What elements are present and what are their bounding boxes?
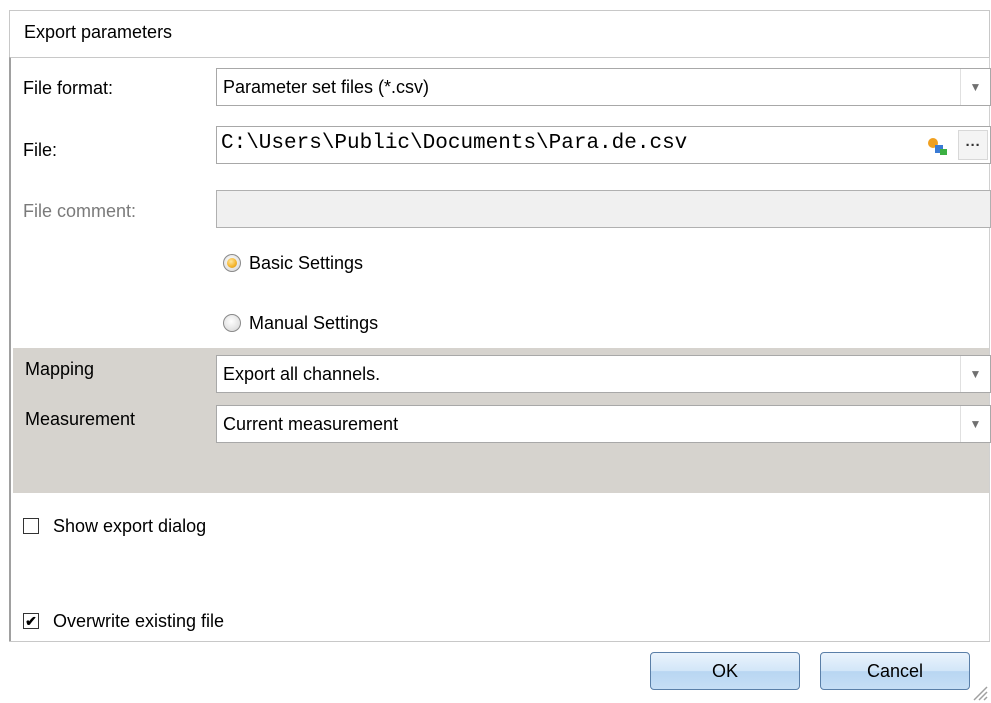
file-format-dropdown[interactable]: Parameter set files (*.csv) ▼ — [216, 68, 991, 106]
measurement-value: Current measurement — [223, 414, 399, 434]
file-comment-field — [216, 190, 991, 228]
ok-button[interactable]: OK — [650, 652, 800, 690]
file-comment-label: File comment: — [23, 201, 137, 221]
cancel-button[interactable]: Cancel — [820, 652, 970, 690]
checkmark-icon: ✔ — [25, 613, 37, 629]
file-format-label: File format: — [23, 78, 114, 98]
overwrite-existing-file-checkbox[interactable]: ✔ — [23, 613, 39, 629]
show-export-dialog-checkbox[interactable] — [23, 518, 39, 534]
basic-settings-label[interactable]: Basic Settings — [249, 253, 363, 274]
mapping-value: Export all channels. — [223, 364, 381, 384]
file-format-value: Parameter set files (*.csv) — [223, 77, 430, 97]
dialog-titlebar: Export parameters — [9, 10, 990, 58]
mapping-label: Mapping — [25, 359, 95, 379]
basic-settings-radio[interactable] — [223, 254, 241, 272]
mapping-dropdown[interactable]: Export all channels. ▼ — [216, 355, 991, 393]
export-parameters-dialog: Export parameters File format: Parameter… — [0, 0, 991, 703]
manual-settings-panel: Mapping Export all channels. ▼ Measureme… — [13, 348, 991, 493]
chevron-down-icon[interactable]: ▼ — [960, 69, 990, 105]
file-path-field[interactable]: C:\Users\Public\Documents\Para.de.csv ··… — [216, 126, 991, 164]
chevron-down-icon[interactable]: ▼ — [960, 406, 990, 442]
measurement-dropdown[interactable]: Current measurement ▼ — [216, 405, 991, 443]
resize-grip-icon[interactable] — [970, 683, 988, 701]
manual-settings-radio[interactable] — [223, 314, 241, 332]
file-path-value: C:\Users\Public\Documents\Para.de.csv — [221, 132, 688, 155]
manual-settings-label[interactable]: Manual Settings — [249, 313, 378, 334]
browse-button[interactable]: ··· — [958, 130, 988, 160]
document-picker-icon[interactable] — [926, 136, 948, 156]
file-label: File: — [23, 140, 58, 160]
overwrite-existing-file-label[interactable]: Overwrite existing file — [53, 611, 224, 632]
dialog-title: Export parameters — [24, 22, 173, 42]
ellipsis-icon: ··· — [965, 136, 981, 154]
chevron-down-icon[interactable]: ▼ — [960, 356, 990, 392]
dialog-content: File format: Parameter set files (*.csv)… — [9, 57, 991, 642]
dialog-footer: OK Cancel — [9, 641, 990, 703]
measurement-label: Measurement — [25, 409, 136, 429]
show-export-dialog-label[interactable]: Show export dialog — [53, 516, 206, 537]
